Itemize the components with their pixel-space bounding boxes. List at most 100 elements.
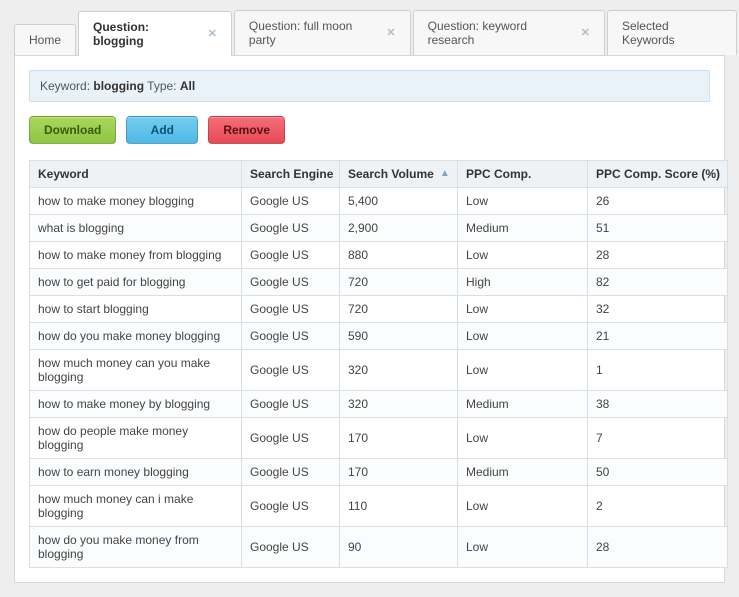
cell-engine: Google US	[242, 418, 340, 459]
cell-score: 2	[588, 486, 728, 527]
table-row[interactable]: how to make money bloggingGoogle US5,400…	[30, 188, 728, 215]
cell-ppc: High	[458, 269, 588, 296]
col-volume-label: Search Volume	[348, 167, 434, 181]
cell-ppc: Low	[458, 486, 588, 527]
cell-volume: 170	[340, 418, 458, 459]
cell-volume: 90	[340, 527, 458, 568]
cell-engine: Google US	[242, 459, 340, 486]
sort-asc-icon: ▲	[440, 169, 450, 179]
table-row[interactable]: what is bloggingGoogle US2,900Medium51	[30, 215, 728, 242]
close-icon[interactable]: ✕	[386, 28, 395, 39]
cell-volume: 720	[340, 269, 458, 296]
cell-keyword: how do people make money blogging	[30, 418, 242, 459]
type-label: Type:	[147, 79, 176, 93]
tab-0[interactable]: Home	[14, 24, 76, 55]
table-header-row: Keyword Search Engine Search Volume ▲ PP…	[30, 161, 728, 188]
col-engine-label: Search Engine	[250, 167, 333, 181]
cell-engine: Google US	[242, 350, 340, 391]
cell-keyword: how much money can you make blogging	[30, 350, 242, 391]
tab-label: Question: blogging	[93, 20, 200, 48]
tab-1[interactable]: Question: blogging ✕	[78, 11, 232, 56]
cell-ppc: Low	[458, 242, 588, 269]
col-ppc-label: PPC Comp.	[466, 167, 531, 181]
cell-volume: 720	[340, 296, 458, 323]
cell-keyword: how to earn money blogging	[30, 459, 242, 486]
cell-volume: 2,900	[340, 215, 458, 242]
cell-engine: Google US	[242, 296, 340, 323]
cell-keyword: how to make money blogging	[30, 188, 242, 215]
cell-ppc: Low	[458, 350, 588, 391]
cell-score: 50	[588, 459, 728, 486]
cell-engine: Google US	[242, 242, 340, 269]
cell-keyword: how to make money by blogging	[30, 391, 242, 418]
cell-ppc: Low	[458, 296, 588, 323]
close-icon[interactable]: ✕	[208, 29, 217, 40]
cell-volume: 320	[340, 350, 458, 391]
cell-score: 7	[588, 418, 728, 459]
cell-volume: 320	[340, 391, 458, 418]
col-keyword-label: Keyword	[38, 167, 89, 181]
table-row[interactable]: how much money can you make bloggingGoog…	[30, 350, 728, 391]
tab-label: Home	[29, 33, 61, 47]
table-row[interactable]: how to get paid for bloggingGoogle US720…	[30, 269, 728, 296]
cell-keyword: how to get paid for blogging	[30, 269, 242, 296]
table-row[interactable]: how do you make money from bloggingGoogl…	[30, 527, 728, 568]
tab-bar: HomeQuestion: blogging✕Question: full mo…	[0, 0, 739, 55]
cell-volume: 590	[340, 323, 458, 350]
col-score-label: PPC Comp. Score (%)	[596, 167, 720, 181]
cell-score: 21	[588, 323, 728, 350]
tab-3[interactable]: Question: keyword research ✕	[413, 10, 605, 55]
cell-score: 28	[588, 242, 728, 269]
cell-volume: 5,400	[340, 188, 458, 215]
table-row[interactable]: how to make money by bloggingGoogle US32…	[30, 391, 728, 418]
table-row[interactable]: how do you make money bloggingGoogle US5…	[30, 323, 728, 350]
cell-score: 28	[588, 527, 728, 568]
table-row[interactable]: how do people make money bloggingGoogle …	[30, 418, 728, 459]
cell-volume: 110	[340, 486, 458, 527]
col-keyword[interactable]: Keyword	[30, 161, 242, 188]
tab-label: Question: keyword research	[428, 19, 573, 47]
cell-score: 38	[588, 391, 728, 418]
cell-score: 1	[588, 350, 728, 391]
cell-ppc: Medium	[458, 391, 588, 418]
col-engine[interactable]: Search Engine	[242, 161, 340, 188]
tab-2[interactable]: Question: full moon party ✕	[234, 10, 411, 55]
cell-engine: Google US	[242, 527, 340, 568]
cell-score: 32	[588, 296, 728, 323]
table-row[interactable]: how to make money from bloggingGoogle US…	[30, 242, 728, 269]
cell-volume: 170	[340, 459, 458, 486]
cell-keyword: how do you make money from blogging	[30, 527, 242, 568]
cell-engine: Google US	[242, 188, 340, 215]
cell-ppc: Medium	[458, 215, 588, 242]
cell-volume: 880	[340, 242, 458, 269]
type-value: All	[180, 79, 195, 93]
cell-keyword: how to make money from blogging	[30, 242, 242, 269]
remove-button[interactable]: Remove	[208, 116, 285, 144]
col-score[interactable]: PPC Comp. Score (%)	[588, 161, 728, 188]
tab-label: Question: full moon party	[249, 19, 379, 47]
cell-keyword: how to start blogging	[30, 296, 242, 323]
cell-score: 51	[588, 215, 728, 242]
table-row[interactable]: how much money can i make bloggingGoogle…	[30, 486, 728, 527]
col-volume[interactable]: Search Volume ▲	[340, 161, 458, 188]
cell-score: 26	[588, 188, 728, 215]
close-icon[interactable]: ✕	[581, 28, 590, 39]
cell-engine: Google US	[242, 486, 340, 527]
add-button[interactable]: Add	[126, 116, 198, 144]
cell-ppc: Low	[458, 188, 588, 215]
filter-info-bar: Keyword: blogging Type: All	[29, 70, 710, 102]
download-button[interactable]: Download	[29, 116, 116, 144]
cell-engine: Google US	[242, 391, 340, 418]
table-row[interactable]: how to start bloggingGoogle US720Low32	[30, 296, 728, 323]
cell-keyword: how much money can i make blogging	[30, 486, 242, 527]
table-row[interactable]: how to earn money bloggingGoogle US170Me…	[30, 459, 728, 486]
cell-engine: Google US	[242, 269, 340, 296]
cell-ppc: Medium	[458, 459, 588, 486]
cell-engine: Google US	[242, 323, 340, 350]
keyword-value: blogging	[93, 79, 144, 93]
cell-ppc: Low	[458, 323, 588, 350]
col-ppc[interactable]: PPC Comp.	[458, 161, 588, 188]
content-panel: Keyword: blogging Type: All Download Add…	[14, 55, 725, 583]
action-toolbar: Download Add Remove	[29, 102, 710, 160]
tab-4[interactable]: Selected Keywords	[607, 10, 737, 55]
